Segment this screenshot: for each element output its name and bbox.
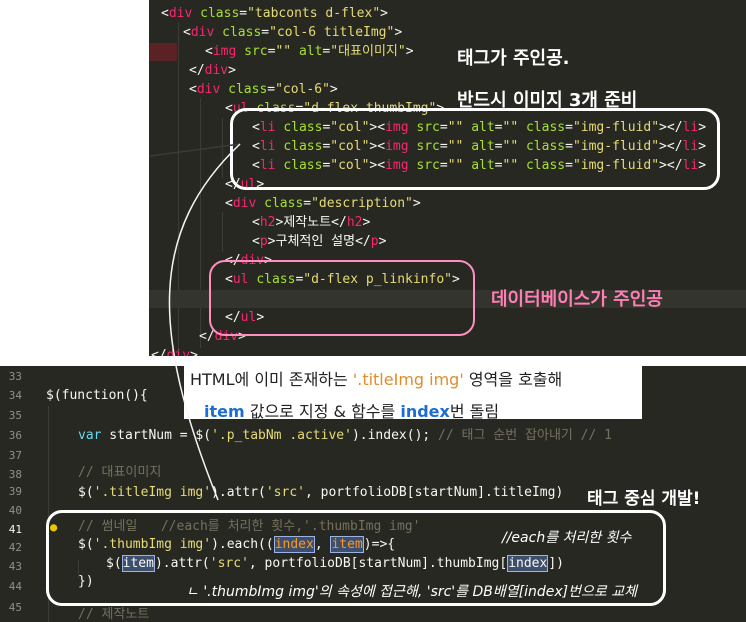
code-line-2: <div class="col-6 titleImg">	[183, 25, 403, 40]
line-number: 33	[8, 370, 22, 383]
js-line-36: var startNum = $('.p_tabNm .active').ind…	[78, 428, 612, 443]
code-line-13: <p>구체적인 설명</p>	[252, 234, 387, 249]
annotation-tag-main: 태그가 주인공.	[457, 48, 570, 69]
line-number: 34	[8, 389, 22, 402]
code-line-3: <img src="" alt="대표이미지">	[205, 44, 414, 59]
js-line-34: $(function(){	[46, 388, 148, 403]
caption-box: HTML에 이미 존재하는 '.titleImg img' 영역을 호출해 it…	[184, 363, 642, 421]
line-number: 35	[8, 409, 22, 422]
line-number: 45	[8, 601, 22, 614]
code-line-1: <div class="tabconts d-flex">	[161, 6, 388, 21]
code-line-19: </div>	[151, 348, 198, 356]
line-number: 40	[8, 504, 22, 517]
error-marker	[149, 43, 177, 61]
js-line-39: $('.titleImg img').attr('src', portfolio…	[78, 485, 564, 500]
line-number: 36	[8, 429, 22, 442]
annotation-replace-note: ㄴ '.thumbImg img'의 속성에 접근해, 'src'를 DB배열[…	[186, 584, 637, 600]
line-number-gutter: 33 34 35 36 37 38 39 40 41 42 43 44 45	[0, 366, 36, 622]
code-line-4: </div>	[189, 63, 236, 78]
line-number: 44	[8, 580, 22, 593]
code-line-5: <div class="col-6">	[189, 82, 338, 97]
p-linkinfo-highlight-box	[209, 260, 475, 336]
annotation-database-main: 데이터베이스가 주인공	[491, 289, 663, 310]
line-number: 42	[8, 541, 22, 554]
caption-line-1: HTML에 이미 존재하는 '.titleImg img' 영역을 호출해	[190, 370, 563, 389]
line-number: 39	[8, 485, 22, 498]
js-line-45: // 제작노트	[78, 607, 150, 622]
li-highlight-box	[230, 108, 720, 190]
code-line-11: <div class="description">	[225, 196, 421, 211]
annotation-tag-dev: 태그 중심 개발!	[587, 489, 701, 509]
line-number: 43	[8, 560, 22, 573]
code-line-12: <h2>제작노트</h2>	[252, 215, 371, 230]
caption-line-2: item 값으로 지정 & 함수를 index번 돌림	[204, 402, 500, 421]
annotation-each-count: //each를 처리한 횟수	[502, 530, 632, 546]
js-line-38: // 대표이미지	[78, 465, 162, 480]
line-number: 37	[8, 449, 22, 462]
